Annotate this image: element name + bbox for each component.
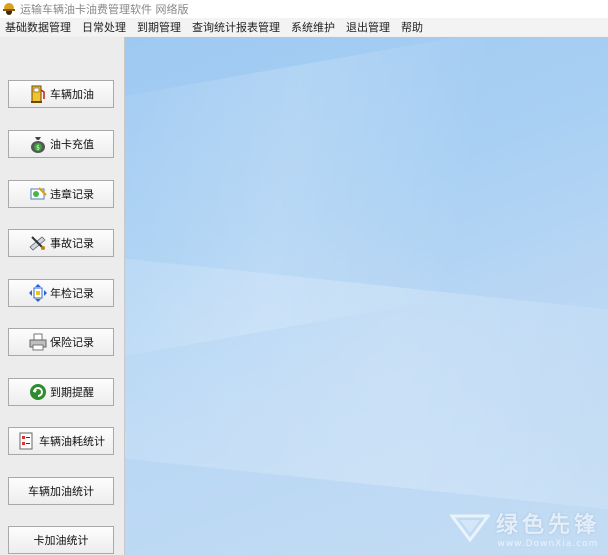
watermark: 绿色先锋 www.DownXia.com — [449, 507, 600, 549]
accident-record-button[interactable]: 事故记录 — [8, 229, 114, 257]
fuel-consumption-stats-button[interactable]: 车辆油耗统计 — [8, 427, 114, 455]
card-recharge-label: 油卡充值 — [50, 138, 94, 151]
violation-record-button[interactable]: 违章记录 — [8, 180, 114, 208]
violation-record-label: 违章记录 — [50, 188, 94, 201]
insurance-record-button[interactable]: 保险记录 — [8, 328, 114, 356]
fuel-vehicle-button[interactable]: 车辆加油 — [8, 80, 114, 108]
title-bar: 运输车辆油卡油费管理软件 网络版 — [0, 0, 608, 18]
vehicle-fueling-stats-label: 车辆加油统计 — [28, 485, 94, 498]
card-fueling-stats-button[interactable]: 卡加油统计 — [8, 526, 114, 554]
printer-icon — [28, 332, 48, 352]
money-bag-icon: $ — [28, 134, 48, 154]
accident-tools-icon — [28, 233, 48, 253]
menu-reports[interactable]: 查询统计报表管理 — [187, 19, 286, 35]
card-recharge-button[interactable]: $ 油卡充值 — [8, 130, 114, 158]
accident-record-label: 事故记录 — [50, 237, 94, 250]
menu-expiry[interactable]: 到期管理 — [132, 19, 187, 35]
menu-daily[interactable]: 日常处理 — [77, 19, 132, 35]
inspection-record-label: 年检记录 — [50, 287, 94, 300]
app-icon — [3, 3, 15, 15]
expiry-reminder-label: 到期提醒 — [50, 386, 94, 399]
refresh-icon — [28, 382, 48, 402]
checklist-icon — [17, 431, 37, 451]
menu-exit[interactable]: 退出管理 — [341, 19, 396, 35]
insurance-record-label: 保险记录 — [50, 336, 94, 349]
window-title: 运输车辆油卡油费管理软件 网络版 — [20, 3, 189, 16]
violation-note-icon — [28, 184, 48, 204]
menu-help[interactable]: 帮助 — [396, 19, 429, 35]
inspection-arrows-icon — [28, 283, 48, 303]
fuel-vehicle-label: 车辆加油 — [50, 88, 94, 101]
fuel-consumption-stats-label: 车辆油耗统计 — [39, 435, 105, 448]
card-fueling-stats-label: 卡加油统计 — [33, 534, 89, 547]
svg-text:$: $ — [36, 145, 40, 152]
watermark-title: 绿色先锋 — [495, 513, 600, 538]
fuel-pump-icon — [28, 84, 48, 104]
watermark-logo-icon — [449, 514, 490, 542]
inspection-record-button[interactable]: 年检记录 — [8, 279, 114, 307]
menu-bar: 基础数据管理 日常处理 到期管理 查询统计报表管理 系统维护 退出管理 帮助 — [0, 18, 608, 36]
expiry-reminder-button[interactable]: 到期提醒 — [8, 378, 114, 406]
menu-system[interactable]: 系统维护 — [286, 19, 341, 35]
sidebar: 车辆加油 $ 油卡充值 违章记录 事故记录 年检记录 保险记录 到期提醒 车辆油… — [0, 37, 125, 555]
vehicle-fueling-stats-button[interactable]: 车辆加油统计 — [8, 477, 114, 505]
watermark-url: www.DownXia.com — [497, 539, 599, 549]
menu-basic-data[interactable]: 基础数据管理 — [0, 19, 77, 35]
main-workspace: 绿色先锋 www.DownXia.com — [125, 37, 608, 555]
